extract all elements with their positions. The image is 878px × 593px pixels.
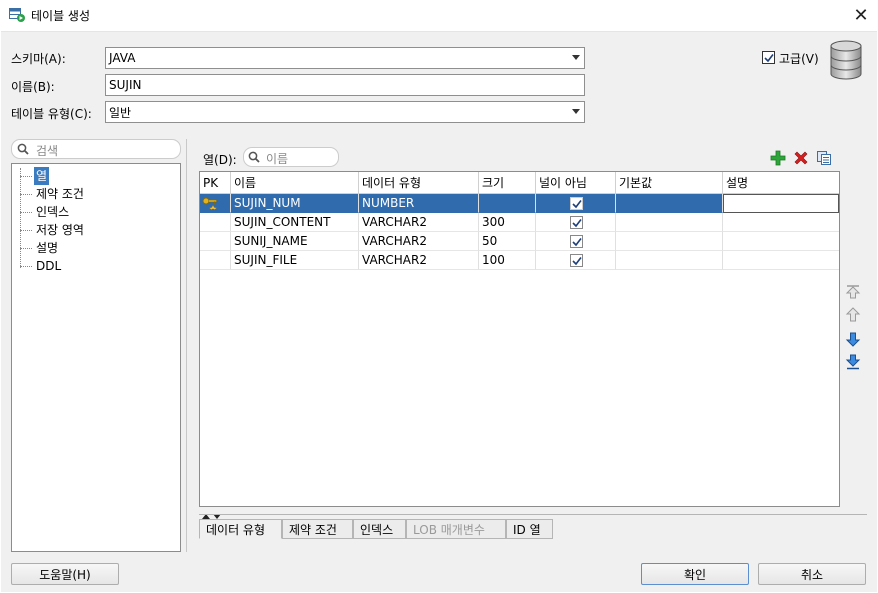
table-type-value: 일반 [109, 105, 132, 120]
comment-cell[interactable] [723, 251, 839, 270]
tree-item-ddl[interactable]: DDL [34, 257, 63, 275]
pk-cell[interactable] [200, 213, 231, 232]
tree-search-placeholder: 검색 [36, 144, 59, 158]
search-icon [248, 151, 260, 163]
move-up-icon[interactable] [844, 306, 862, 324]
help-button[interactable]: 도움말(H) [11, 563, 119, 585]
tab-data-type[interactable]: 데이터 유형 [199, 519, 282, 539]
name-cell[interactable]: SUNIJ_NAME [231, 232, 359, 251]
schema-select[interactable]: JAVA [105, 47, 585, 69]
tree-search-field[interactable]: 검색 [11, 139, 181, 159]
size-cell[interactable]: 300 [479, 213, 536, 232]
table-type-select[interactable]: 일반 [105, 101, 585, 123]
columns-grid: PK 이름 데이터 유형 크기 널이 아님 기본값 설명 SUJIN_NUM N… [199, 171, 840, 507]
column-header-pk[interactable]: PK [200, 172, 231, 194]
close-button[interactable]: ✕ [846, 2, 876, 28]
tab-lob-parameters[interactable]: LOB 매개변수 [406, 519, 506, 539]
move-top-icon[interactable] [844, 283, 862, 301]
name-cell[interactable]: SUJIN_FILE [231, 251, 359, 270]
advanced-checkbox[interactable] [762, 51, 775, 64]
name-cell[interactable]: SUJIN_CONTENT [231, 213, 359, 232]
type-cell[interactable]: VARCHAR2 [359, 232, 479, 251]
default-cell[interactable] [616, 251, 723, 270]
column-header-name[interactable]: 이름 [231, 172, 359, 194]
table-create-icon [9, 8, 25, 22]
tree-item-constraints[interactable]: 제약 조건 [34, 185, 86, 203]
ok-button[interactable]: 확인 [641, 563, 749, 585]
type-cell[interactable]: VARCHAR2 [359, 213, 479, 232]
size-cell[interactable] [479, 194, 536, 213]
not-null-checkbox[interactable] [570, 235, 583, 248]
database-icon [829, 40, 863, 80]
not-null-cell[interactable] [536, 251, 616, 270]
type-cell[interactable]: NUMBER [359, 194, 479, 213]
schema-label: 스키마(A): [11, 52, 66, 66]
search-icon [17, 143, 29, 155]
type-cell[interactable]: VARCHAR2 [359, 251, 479, 270]
columns-filter-placeholder: 이름 [266, 152, 289, 166]
window-title: 테이블 생성 [31, 9, 91, 23]
column-header-size[interactable]: 크기 [479, 172, 536, 194]
not-null-checkbox[interactable] [570, 216, 583, 229]
tree-item-indexes[interactable]: 인덱스 [34, 203, 71, 221]
column-header-not-null[interactable]: 널이 아님 [536, 172, 616, 194]
chevron-down-icon [572, 55, 580, 60]
name-input[interactable]: SUJIN [105, 74, 585, 96]
tree-item-columns[interactable]: 열 [34, 167, 50, 185]
comment-cell-editor[interactable] [723, 194, 839, 213]
columns-filter-field[interactable]: 이름 [243, 147, 339, 167]
columns-label: 열(D): [203, 153, 237, 167]
add-icon[interactable] [770, 150, 786, 166]
advanced-label: 고급(V) [779, 52, 819, 66]
schema-value: JAVA [109, 51, 136, 65]
pk-cell[interactable] [200, 232, 231, 251]
not-null-cell[interactable] [536, 194, 616, 213]
comment-cell[interactable] [723, 213, 839, 232]
not-null-checkbox[interactable] [570, 254, 583, 267]
column-header-default[interactable]: 기본값 [616, 172, 723, 194]
pk-cell[interactable] [200, 251, 231, 270]
default-cell[interactable] [616, 232, 723, 251]
splitter[interactable] [186, 139, 188, 552]
tree-line [20, 176, 32, 177]
tree-line [20, 266, 32, 267]
chevron-down-icon [572, 109, 580, 114]
tab-constraints[interactable]: 제약 조건 [282, 519, 353, 539]
name-cell[interactable]: SUJIN_NUM [231, 194, 359, 213]
size-cell[interactable]: 100 [479, 251, 536, 270]
column-header-type[interactable]: 데이터 유형 [359, 172, 479, 194]
cancel-button[interactable]: 취소 [758, 563, 866, 585]
default-cell[interactable] [616, 194, 723, 213]
columns-toolbar: 열(D): 이름 [199, 145, 839, 171]
tree-line [20, 248, 32, 249]
tree-panel: 열 제약 조건 인덱스 저장 영역 설명 DDL [11, 163, 181, 552]
tree-item-storage[interactable]: 저장 영역 [34, 221, 86, 239]
tab-divider [199, 514, 867, 515]
column-header-comment[interactable]: 설명 [723, 172, 839, 194]
tree-line [20, 168, 21, 268]
not-null-cell[interactable] [536, 213, 616, 232]
copy-icon[interactable] [816, 150, 832, 166]
not-null-cell[interactable] [536, 232, 616, 251]
tab-indexes[interactable]: 인덱스 [353, 519, 406, 539]
table-type-label: 테이블 유형(C): [11, 107, 92, 121]
key-icon [202, 197, 218, 210]
tree-item-comment[interactable]: 설명 [34, 239, 60, 257]
comment-cell[interactable] [723, 232, 839, 251]
not-null-checkbox[interactable] [570, 197, 583, 210]
move-bottom-icon[interactable] [844, 353, 862, 371]
tree-line [20, 194, 32, 195]
tree-line [20, 212, 32, 213]
name-label: 이름(B): [11, 80, 55, 94]
default-cell[interactable] [616, 213, 723, 232]
delete-icon[interactable] [793, 150, 809, 166]
tree-line [20, 230, 32, 231]
size-cell[interactable]: 50 [479, 232, 536, 251]
pk-cell[interactable] [200, 194, 231, 213]
move-down-icon[interactable] [844, 330, 862, 348]
title-bar: 테이블 생성 ✕ [0, 0, 878, 31]
tab-identity-column[interactable]: ID 열 [506, 519, 553, 539]
